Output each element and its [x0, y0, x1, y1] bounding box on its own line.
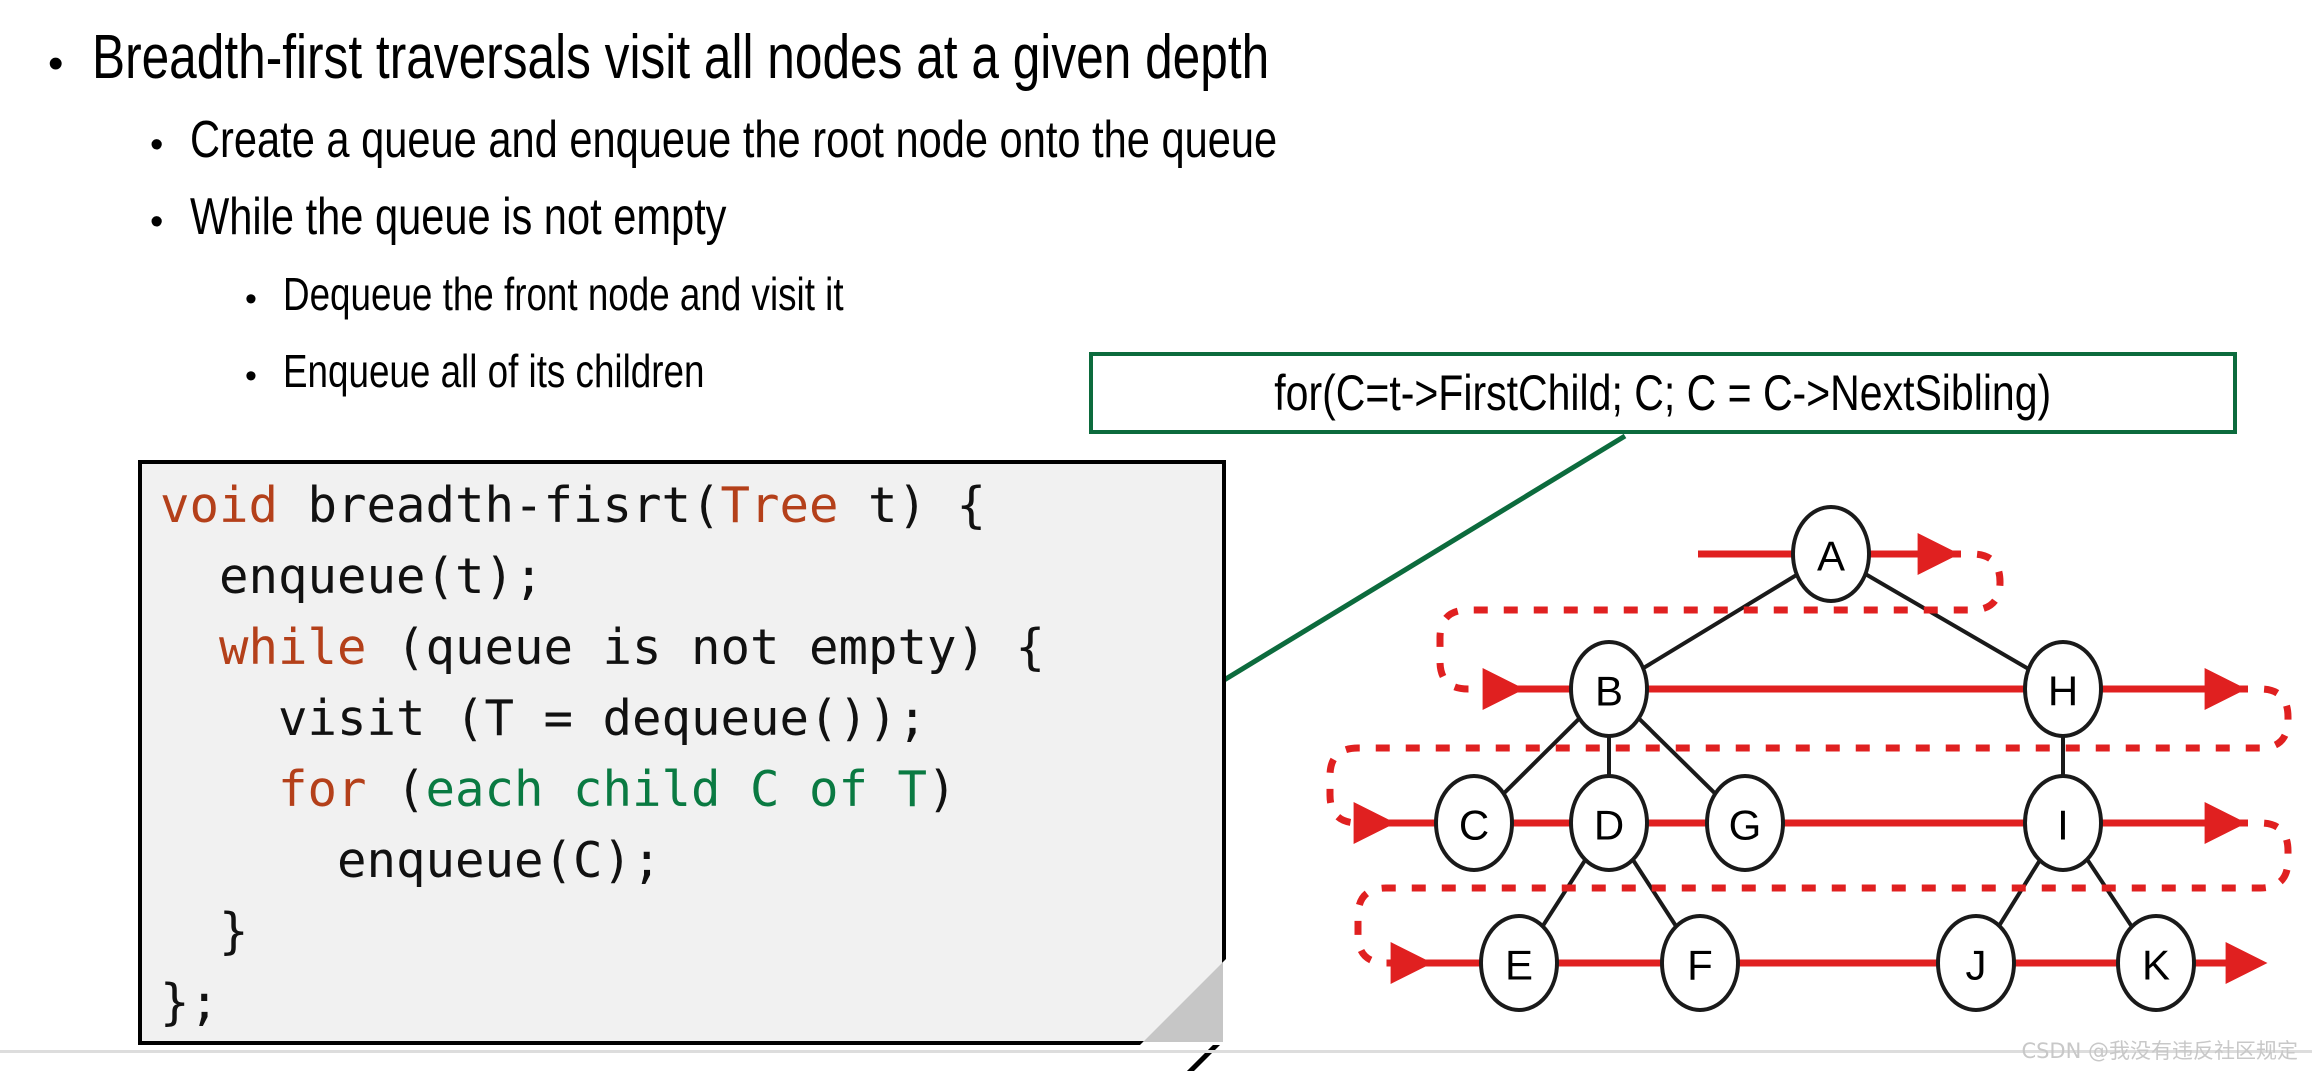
- code-line: enqueue(t);: [160, 541, 1222, 612]
- code-token: void: [160, 477, 279, 534]
- bullet-dot-icon: •: [245, 357, 257, 395]
- footer-divider: [0, 1050, 2312, 1053]
- bullet-item: • Breadth-first traversals visit all node…: [0, 18, 1800, 104]
- tree-node-label: I: [2057, 802, 2069, 849]
- code-line: };: [160, 967, 1222, 1038]
- tree-node-label: E: [1505, 942, 1533, 989]
- bullet-label: Create a queue and enqueue the root node…: [190, 111, 1278, 169]
- bullet-label: Enqueue all of its children: [283, 345, 705, 397]
- callout-box: for(C=t->FirstChild; C; C = C->NextSibli…: [1089, 352, 2237, 434]
- tree-node-G: [1705, 774, 1785, 872]
- tree-node-label: B: [1595, 668, 1623, 715]
- code-line: for (each child C of T): [160, 754, 1222, 825]
- tree-edge: [1642, 573, 1798, 670]
- tree-node-label: H: [2048, 668, 2078, 715]
- bullet-dot-icon: •: [150, 124, 164, 166]
- tree-node-C: [1434, 774, 1514, 872]
- tree-edge: [1997, 859, 2042, 927]
- code-block: void breadth-fisrt(Tree t) { enqueue(t);…: [138, 460, 1226, 1071]
- slide-canvas: • Breadth-first traversals visit all node…: [0, 0, 2312, 1071]
- tree-edge: [1864, 572, 2030, 671]
- level-wrap-connector: [1436, 550, 2004, 710]
- bullet-dot-icon: •: [245, 280, 257, 318]
- bullet-item: • Dequeue the front node and visit it: [0, 258, 1800, 335]
- code-token: (: [366, 761, 426, 818]
- bullet-item: • Create a queue and enqueue the root nod…: [0, 104, 1800, 181]
- code-line: }: [160, 896, 1222, 967]
- tree-node-D: [1569, 774, 1649, 872]
- code-token: ): [927, 761, 957, 818]
- tree-edge: [1631, 858, 1678, 928]
- code-token: visit (T = dequeue());: [278, 690, 928, 747]
- code-line: enqueue(C);: [160, 825, 1222, 896]
- tree-edge: [1637, 716, 1717, 796]
- code-token: enqueue(C);: [337, 832, 662, 889]
- tree-node-label: A: [1817, 533, 1845, 580]
- tree-node-A: [1791, 505, 1871, 603]
- tree-node-label: K: [2142, 942, 2170, 989]
- code-token: while: [219, 619, 367, 676]
- tree-node-F: [1660, 914, 1740, 1012]
- tree-node-I: [2023, 774, 2103, 872]
- bullet-label: While the queue is not empty: [190, 188, 727, 246]
- tree-node-group: A B H C D G I E F J K: [1434, 505, 2196, 1012]
- tree-node-label: C: [1459, 802, 1489, 849]
- bullet-label: Dequeue the front node and visit it: [283, 268, 844, 320]
- code-line: while (queue is not empty) {: [160, 612, 1222, 683]
- tree-node-E: [1479, 914, 1559, 1012]
- tree-edge: [1540, 858, 1588, 928]
- bullet-label: Breadth-first traversals visit all nodes…: [92, 23, 1270, 92]
- tree-edge: [2085, 858, 2134, 928]
- code-token: t) {: [838, 477, 987, 534]
- code-token: }: [219, 903, 249, 960]
- callout-text: for(C=t->FirstChild; C; C = C->NextSibli…: [1274, 365, 2052, 421]
- code-line: void breadth-fisrt(Tree t) {: [160, 470, 1222, 541]
- tree-node-K: [2116, 914, 2196, 1012]
- tree-node-label: J: [1966, 942, 1987, 989]
- tree-node-label: F: [1687, 942, 1713, 989]
- level-wrap-connector: [1354, 819, 2292, 984]
- code-token: Tree: [720, 477, 839, 534]
- level-sweep-group: [1383, 533, 2268, 984]
- code-token: enqueue(t);: [219, 548, 544, 605]
- tree-node-B: [1569, 640, 1649, 738]
- bullet-dot-icon: •: [150, 201, 164, 243]
- tree-edge: [1502, 716, 1581, 796]
- code-token: breadth-fisrt(: [278, 477, 721, 534]
- code-line: visit (T = dequeue());: [160, 683, 1222, 754]
- tree-edge-group: [1502, 572, 2134, 928]
- tree-node-label: D: [1594, 802, 1624, 849]
- tree-node-H: [2023, 640, 2103, 738]
- code-token: };: [160, 974, 220, 1031]
- code-token: (queue is not empty) {: [366, 619, 1046, 676]
- bullet-item: • While the queue is not empty: [0, 181, 1800, 258]
- code-token: for: [278, 761, 367, 818]
- tree-node-J: [1936, 914, 2016, 1012]
- code-token: each child C of T: [425, 761, 928, 818]
- level-wrap-connector: [1326, 685, 2292, 844]
- tree-node-label: G: [1729, 802, 1762, 849]
- watermark-text: CSDN @我没有违反社区规定: [2021, 1039, 2298, 1063]
- level-wrap-group: [1326, 550, 2292, 984]
- bullet-dot-icon: •: [48, 39, 64, 88]
- code-text: void breadth-fisrt(Tree t) { enqueue(t);…: [142, 464, 1222, 1038]
